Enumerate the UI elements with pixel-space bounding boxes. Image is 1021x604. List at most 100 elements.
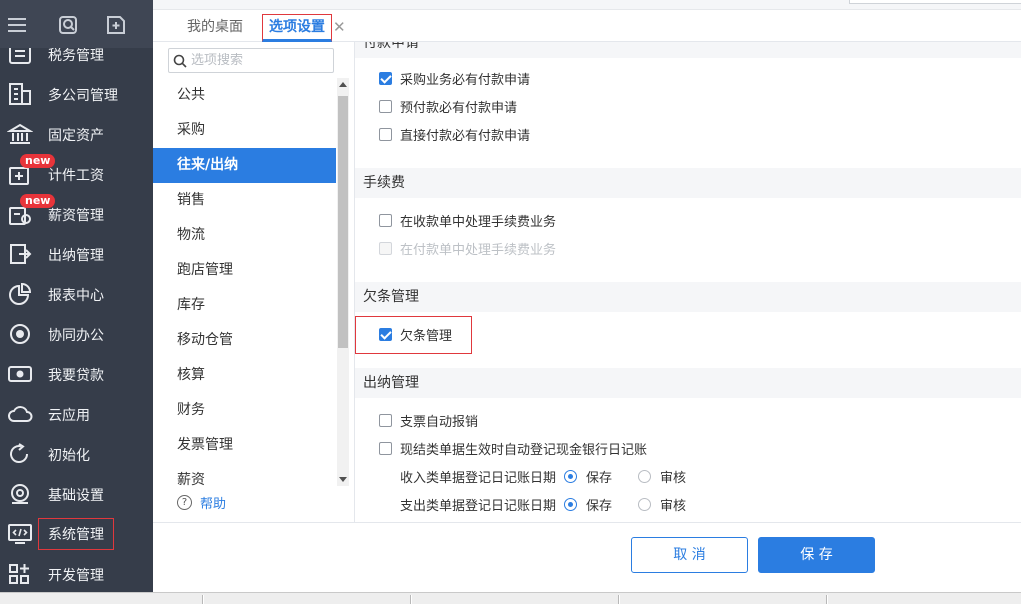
nav-item-init[interactable]: 初始化 [0, 434, 153, 474]
option-item-receivables-cashier[interactable]: 往来/出纳 [153, 148, 336, 183]
search-icon [173, 54, 187, 68]
checkbox-row[interactable]: 预付款必有付款申请 [379, 96, 517, 116]
radio-row-label: 支出类单据登记日记账日期 [400, 498, 557, 514]
search-input[interactable] [191, 53, 321, 68]
checkbox[interactable] [379, 99, 392, 113]
checkbox[interactable] [379, 71, 392, 85]
section-fee: 手续费 [355, 168, 1021, 198]
option-item-finance[interactable]: 财务 [153, 393, 336, 428]
nav-item-dev-management[interactable]: 开发管理 [0, 554, 153, 592]
collab-icon [10, 324, 30, 344]
radio-option-save[interactable]: 保存 [564, 467, 612, 486]
taskbar-strip [0, 592, 1021, 604]
nav-item-loan[interactable]: 我要贷款 [0, 354, 153, 394]
nav-item-system-management[interactable]: 系统管理 [0, 514, 153, 554]
radio-row-income-date: 收入类单据登记日记账日期 保存 审核 [400, 466, 712, 486]
radio[interactable] [638, 469, 652, 483]
scroll-thumb[interactable] [338, 96, 348, 348]
checkbox-row[interactable]: 现结类单据生效时自动登记现金银行日记账 [379, 438, 647, 458]
option-item-accounting[interactable]: 核算 [153, 358, 336, 393]
grid-add-icon [9, 564, 29, 584]
nav-item-collab[interactable]: 协同办公 [0, 314, 153, 354]
nav-item-label: 云应用 [48, 408, 90, 424]
nav-item-multi-company[interactable]: 多公司管理 [0, 74, 153, 114]
option-item-invoice[interactable]: 发票管理 [153, 428, 336, 463]
dialog-footer: 取 消 保 存 [153, 522, 1021, 592]
radio-option-save[interactable]: 保存 [564, 495, 612, 514]
option-item-logistics[interactable]: 物流 [153, 218, 336, 253]
search-doc-icon[interactable] [57, 14, 79, 36]
options-sidebar: 公共 采购 往来/出纳 销售 物流 跑店管理 库存 移动仓管 核算 财务 发票管… [153, 42, 355, 522]
radio[interactable] [564, 469, 578, 483]
option-item-store-visits[interactable]: 跑店管理 [153, 253, 336, 288]
nav-item-label: 多公司管理 [48, 88, 118, 104]
checkbox[interactable] [379, 413, 392, 427]
checkbox[interactable] [379, 213, 392, 227]
cashier-icon [10, 244, 32, 264]
radio-group: 保存 审核 [564, 495, 712, 514]
taskbar-divider [826, 595, 828, 604]
left-nav: 税务管理 多公司管理 固定资产 new 计件工资 new 薪资管理 出纳管理 报… [0, 0, 153, 592]
nav-item-salary[interactable]: new 薪资管理 [0, 194, 153, 234]
checkbox[interactable] [379, 441, 392, 455]
checkbox-row[interactable]: 支票自动报销 [379, 410, 478, 430]
radio[interactable] [638, 497, 652, 511]
radio[interactable] [564, 497, 578, 511]
add-doc-icon[interactable] [105, 14, 127, 36]
option-item-sales[interactable]: 销售 [153, 183, 336, 218]
option-item-payroll[interactable]: 薪资 [153, 463, 336, 488]
menu-icon[interactable] [6, 14, 28, 36]
option-item-inventory[interactable]: 库存 [153, 288, 336, 323]
radio-label: 审核 [660, 470, 687, 486]
checkbox[interactable] [379, 127, 392, 141]
bank-icon [7, 123, 33, 144]
nav-item-label: 系统管理 [38, 518, 114, 550]
nav-item-label: 报表中心 [48, 288, 104, 304]
tab-my-desktop[interactable]: 我的桌面 [181, 14, 249, 42]
checkbox-row[interactable]: 直接付款必有付款申请 [379, 124, 530, 144]
options-scrollbar[interactable] [337, 78, 349, 486]
refresh-icon [10, 443, 29, 463]
settings-icon [11, 484, 29, 504]
checkbox-row[interactable]: 在收款单中处理手续费业务 [379, 210, 556, 230]
checkbox-row[interactable]: 欠条管理 [379, 324, 452, 344]
taskbar-divider [410, 595, 412, 604]
help-link[interactable]: ? 帮助 [177, 493, 226, 512]
option-item-purchase[interactable]: 采购 [153, 113, 336, 148]
option-item-mobile-warehouse[interactable]: 移动仓管 [153, 323, 336, 358]
checkbox-label: 直接付款必有付款申请 [400, 128, 531, 144]
section-payment-request: 付款申请 [355, 42, 1021, 58]
nav-item-basic-settings[interactable]: 基础设置 [0, 474, 153, 514]
scroll-up-icon[interactable] [339, 82, 347, 87]
top-right-field [849, 0, 1021, 4]
radio-option-audit[interactable]: 审核 [638, 467, 686, 486]
nav-item-piecework[interactable]: new 计件工资 [0, 154, 153, 194]
taskbar-divider [618, 595, 620, 604]
checkbox-label: 在付款单中处理手续费业务 [400, 242, 557, 258]
money-icon [8, 366, 32, 382]
cancel-button[interactable]: 取 消 [631, 537, 748, 573]
nav-item-reports[interactable]: 报表中心 [0, 274, 153, 314]
save-button[interactable]: 保 存 [758, 537, 875, 573]
checkbox[interactable] [379, 327, 392, 341]
scroll-down-icon[interactable] [339, 477, 347, 482]
option-item-common[interactable]: 公共 [153, 78, 336, 113]
checkbox-label: 采购业务必有付款申请 [400, 72, 531, 88]
nav-item-label: 初始化 [48, 448, 90, 464]
radio-group: 保存 审核 [564, 467, 712, 486]
radio-option-audit[interactable]: 审核 [638, 495, 686, 514]
nav-item-fixed-assets[interactable]: 固定资产 [0, 114, 153, 154]
nav-item-label: 固定资产 [48, 128, 104, 144]
building-icon [9, 83, 31, 105]
checkbox-row[interactable]: 采购业务必有付款申请 [379, 68, 530, 88]
nav-item-label: 出纳管理 [48, 248, 104, 264]
options-search[interactable] [168, 48, 334, 73]
tab-option-settings[interactable]: 选项设置 [262, 14, 332, 42]
checkbox-label: 预付款必有付款申请 [400, 100, 518, 116]
help-label: 帮助 [200, 497, 227, 512]
options-list: 公共 采购 往来/出纳 销售 物流 跑店管理 库存 移动仓管 核算 财务 发票管… [153, 78, 336, 488]
section-iou: 欠条管理 [355, 282, 1021, 312]
nav-item-cloud-apps[interactable]: 云应用 [0, 394, 153, 434]
nav-item-cashier[interactable]: 出纳管理 [0, 234, 153, 274]
close-icon[interactable]: ✕ [333, 18, 346, 36]
